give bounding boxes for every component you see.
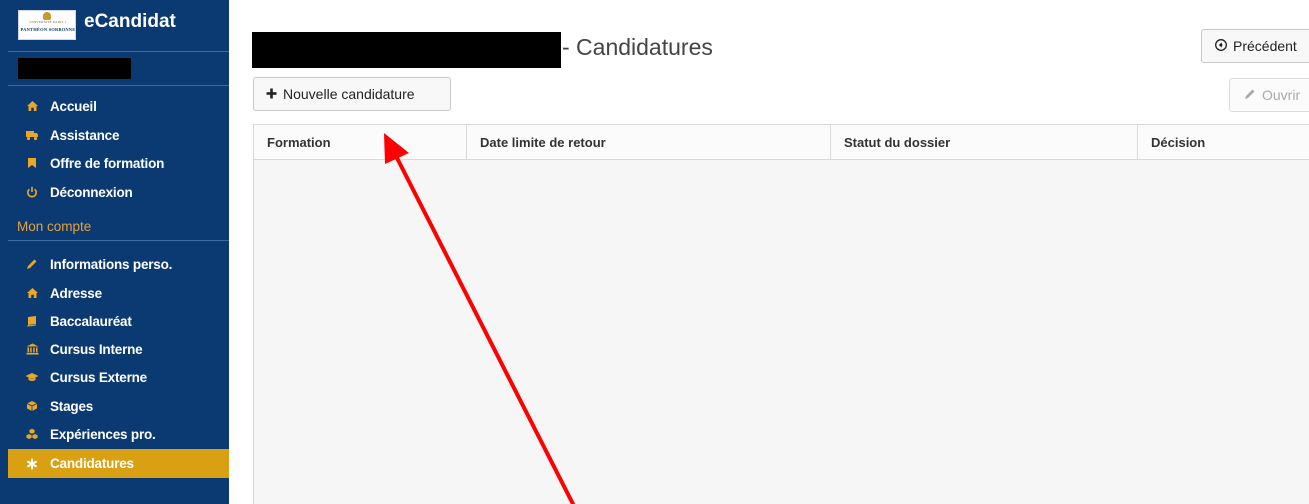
sidebar-item-accueil[interactable]: Accueil xyxy=(8,92,229,120)
sidebar-item-label: Baccalauréat xyxy=(50,313,132,329)
pencil-icon xyxy=(24,256,40,272)
institution-icon xyxy=(24,341,40,357)
sidebar-item-label: Cursus Interne xyxy=(50,341,143,357)
sidebar-item-label: Adresse xyxy=(50,285,102,301)
column-header-formation[interactable]: Formation xyxy=(254,125,467,160)
open-button-label: Ouvrir xyxy=(1262,87,1301,103)
asterisk-icon xyxy=(24,456,40,472)
sidebar-item-baccalaureat[interactable]: Baccalauréat xyxy=(8,307,229,335)
university-logo[interactable]: UNIVERSITÉ PARIS 1 PANTHÉON SORBONNE xyxy=(18,10,76,40)
book-icon xyxy=(24,313,40,329)
sidebar-item-stages[interactable]: Stages xyxy=(8,392,229,420)
sidebar-item-label: Cursus Externe xyxy=(50,369,147,385)
divider xyxy=(8,240,229,241)
sidebar-item-deconnexion[interactable]: Déconnexion xyxy=(8,178,229,206)
applications-table: Formation Date limite de retour Statut d… xyxy=(253,124,1309,504)
user-name-redacted xyxy=(18,58,131,79)
sidebar-item-experiences-pro[interactable]: Expériences pro. xyxy=(8,420,229,448)
plus-icon xyxy=(266,87,277,102)
divider xyxy=(8,85,229,86)
home-icon xyxy=(24,285,40,301)
sidebar-item-label: Assistance xyxy=(50,127,120,143)
sidebar-item-label: Candidatures xyxy=(50,456,134,471)
sidebar-item-label: Expériences pro. xyxy=(50,426,156,442)
logo-name-text: PANTHÉON SORBONNE xyxy=(20,27,76,32)
sidebar: UNIVERSITÉ PARIS 1 PANTHÉON SORBONNE eCa… xyxy=(0,0,229,504)
table-header: Formation Date limite de retour Statut d… xyxy=(254,125,1309,160)
sidebar-item-cursus-externe[interactable]: Cursus Externe xyxy=(8,363,229,391)
previous-button-label: Précédent xyxy=(1233,38,1297,54)
section-title-mon-compte: Mon compte xyxy=(17,219,92,234)
crest-icon xyxy=(43,12,51,20)
sidebar-item-offre-de-formation[interactable]: Offre de formation xyxy=(8,149,229,177)
column-header-decision[interactable]: Décision xyxy=(1138,125,1309,160)
app-title[interactable]: eCandidat xyxy=(84,11,176,33)
new-application-button[interactable]: Nouvelle candidature xyxy=(253,77,451,111)
power-icon xyxy=(24,184,40,200)
previous-button[interactable]: Précédent xyxy=(1201,29,1309,63)
candidate-name-redacted xyxy=(252,32,561,68)
sidebar-item-cursus-interne[interactable]: Cursus Interne xyxy=(8,335,229,363)
open-button[interactable]: Ouvrir xyxy=(1229,78,1309,112)
circle-arrow-left-icon xyxy=(1215,38,1227,54)
sidebar-item-adresse[interactable]: Adresse xyxy=(8,279,229,307)
bookmark-icon xyxy=(24,155,40,171)
column-header-date-limite[interactable]: Date limite de retour xyxy=(467,125,831,160)
sidebar-item-candidatures[interactable]: Candidatures xyxy=(8,449,229,478)
cubes-icon xyxy=(24,426,40,442)
sidebar-item-label: Accueil xyxy=(50,98,97,114)
divider xyxy=(8,51,229,52)
sidebar-item-informations-perso[interactable]: Informations perso. xyxy=(8,250,229,278)
sidebar-item-label: Déconnexion xyxy=(50,184,133,200)
sidebar-item-label: Offre de formation xyxy=(50,155,165,171)
new-application-button-label: Nouvelle candidature xyxy=(283,86,415,102)
graduation-cap-icon xyxy=(24,369,40,385)
column-header-statut[interactable]: Statut du dossier xyxy=(831,125,1138,160)
logo-small-text: UNIVERSITÉ PARIS 1 xyxy=(29,20,67,24)
sidebar-item-label: Informations perso. xyxy=(50,256,173,272)
cube-icon xyxy=(24,398,40,414)
truck-icon xyxy=(24,127,40,143)
pencil-icon xyxy=(1244,88,1256,103)
page-title: - Candidatures xyxy=(562,34,713,60)
sidebar-item-label: Stages xyxy=(50,398,94,414)
home-icon xyxy=(24,98,40,114)
sidebar-item-assistance[interactable]: Assistance xyxy=(8,121,229,149)
